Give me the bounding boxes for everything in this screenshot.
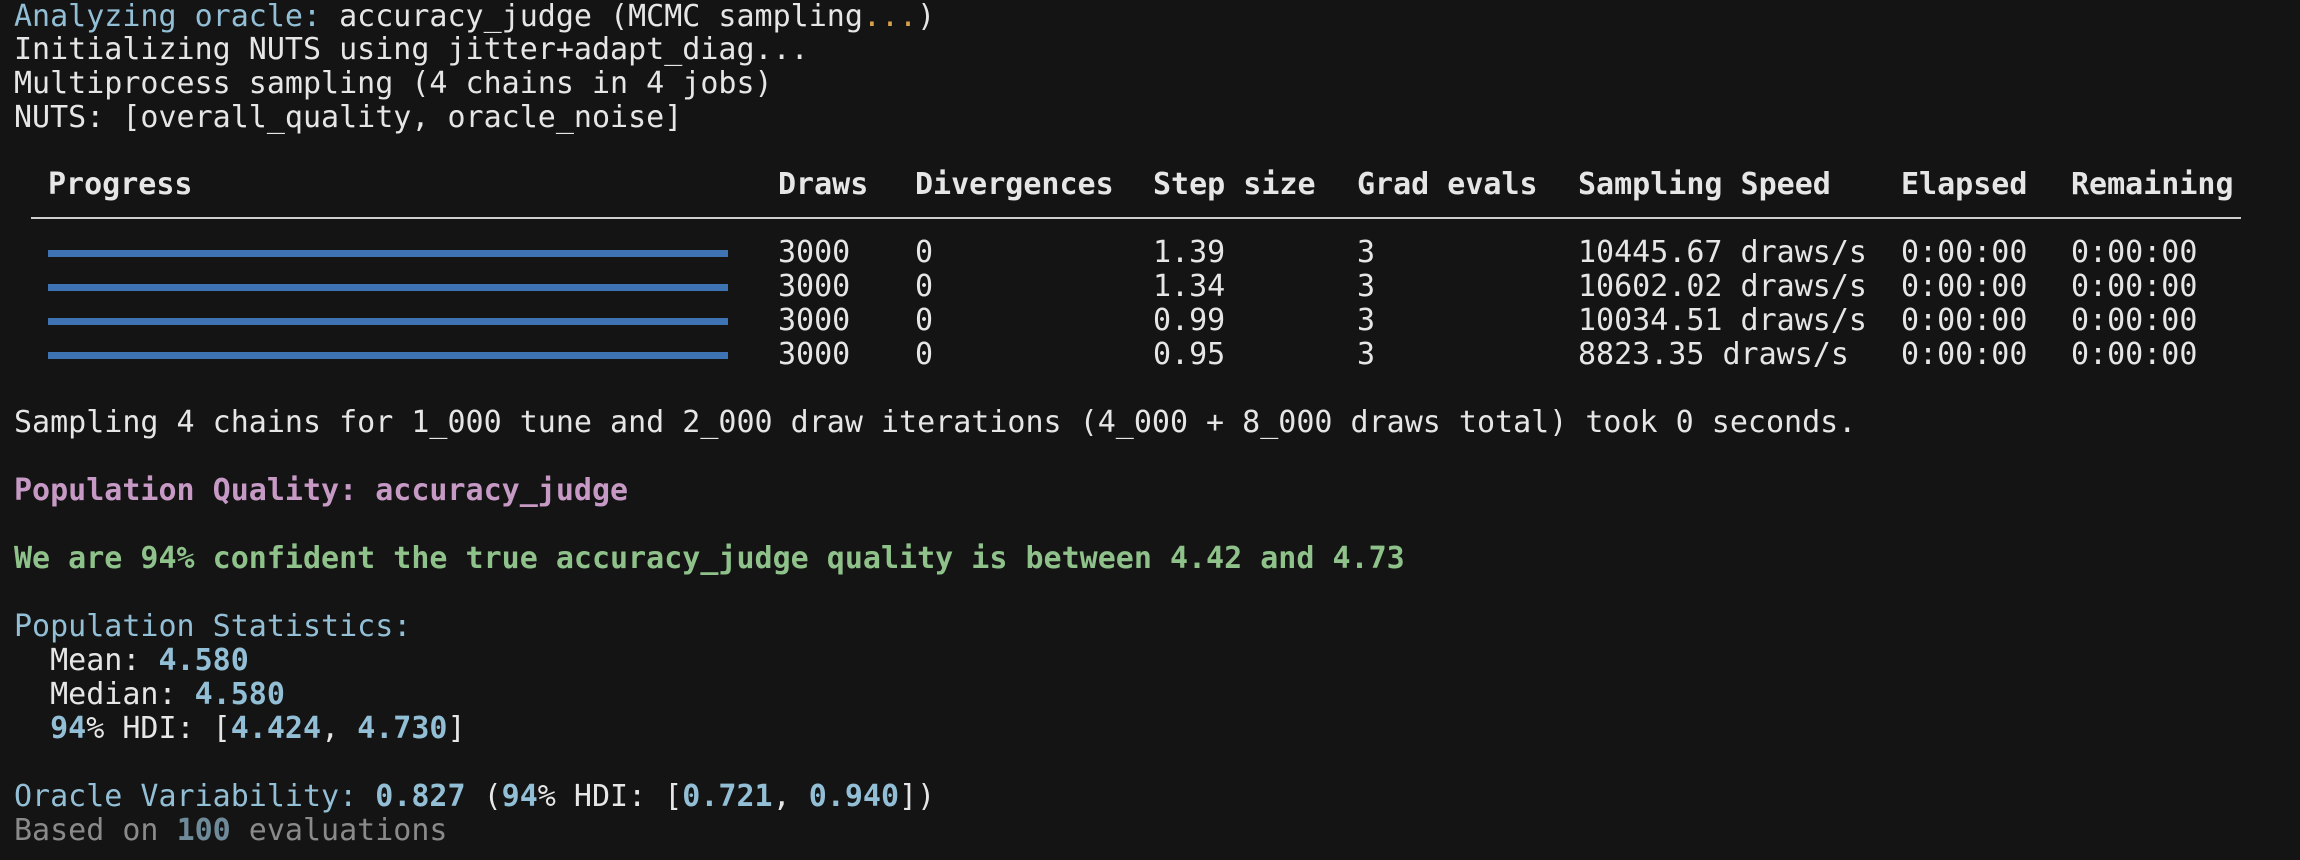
elapsed-cell: 0:00:00 xyxy=(1901,303,2028,338)
median-value: 4.580 xyxy=(194,677,285,712)
divergences-cell: 0 xyxy=(915,337,934,372)
oracle-variability-line: Oracle Variability: 0.827 (94% HDI: [0.7… xyxy=(14,780,935,814)
step-size-cell: 1.39 xyxy=(1153,235,1226,270)
median-label: Median: xyxy=(14,677,195,712)
sampling-summary: Sampling 4 chains for 1_000 tune and 2_0… xyxy=(14,405,1857,440)
step-size-cell: 0.99 xyxy=(1153,303,1226,338)
remaining-cell: 0:00:00 xyxy=(2071,235,2198,270)
sampling-speed-cell: 8823.35 draws/s xyxy=(1578,337,1849,372)
col-header-progress: Progress xyxy=(48,167,193,202)
ov-hdi-high: 0.940 xyxy=(808,779,900,814)
col-header-remaining: Remaining xyxy=(2071,167,2234,202)
remaining-cell: 0:00:00 xyxy=(2071,337,2198,372)
mean-value: 4.580 xyxy=(158,643,249,678)
col-header-draws: Draws xyxy=(778,167,869,202)
ov-hdi-low: 0.721 xyxy=(682,779,773,814)
col-header-step-size: Step size xyxy=(1153,167,1316,202)
hdi-low: 4.424 xyxy=(230,711,322,746)
ov-hdi-sep: , xyxy=(772,779,809,814)
progress-bar-fill xyxy=(48,284,728,291)
draws-cell: 3000 xyxy=(778,337,851,372)
sampling-speed-cell: 10445.67 draws/s xyxy=(1578,235,1867,270)
ov-hdi-percent: 94 xyxy=(501,779,538,814)
col-header-sampling-speed: Sampling Speed xyxy=(1578,167,1831,202)
col-header-grad-evals: Grad evals xyxy=(1357,167,1538,202)
hdi-high: 4.730 xyxy=(357,711,448,746)
draws-cell: 3000 xyxy=(778,303,851,338)
draws-cell: 3000 xyxy=(778,235,851,270)
population-statistics-title: Population Statistics: xyxy=(14,609,412,644)
col-header-divergences: Divergences xyxy=(915,167,1114,202)
progress-bar-fill xyxy=(48,250,728,257)
method-open: (MCMC sampling xyxy=(610,0,863,34)
progress-bar xyxy=(48,284,728,291)
median-line: Median: 4.580 xyxy=(14,678,285,712)
method-close: ) xyxy=(917,0,936,34)
population-quality-name: accuracy_judge xyxy=(375,473,629,508)
progress-bar xyxy=(48,318,728,325)
mean-line: Mean: 4.580 xyxy=(14,644,249,678)
grad-evals-cell: 3 xyxy=(1357,303,1376,338)
remaining-cell: 0:00:00 xyxy=(2071,269,2198,304)
step-size-cell: 0.95 xyxy=(1153,337,1226,372)
ov-hdi-label: % HDI: [ xyxy=(537,779,683,814)
elapsed-cell: 0:00:00 xyxy=(1901,269,2028,304)
hdi-percent: 94 xyxy=(50,711,87,746)
nuts-line: NUTS: [overall_quality, oracle_noise] xyxy=(14,100,683,135)
elapsed-cell: 0:00:00 xyxy=(1901,337,2028,372)
oracle-name: accuracy_judge xyxy=(339,0,592,34)
progress-bar-fill xyxy=(48,352,728,359)
progress-bar xyxy=(48,250,728,257)
population-quality-line: Population Quality: accuracy_judge xyxy=(14,474,628,508)
ov-open: ( xyxy=(465,779,502,814)
evaluations-line: Based on 100 evaluations xyxy=(14,814,448,848)
elapsed-cell: 0:00:00 xyxy=(1901,235,2028,270)
divergences-cell: 0 xyxy=(915,235,934,270)
evaluations-count: 100 xyxy=(176,813,231,848)
init-line: Initializing NUTS using jitter+adapt_dia… xyxy=(14,32,809,67)
sampling-speed-cell: 10034.51 draws/s xyxy=(1578,303,1867,338)
population-quality-label: Population Quality: xyxy=(14,473,358,508)
progress-bar xyxy=(48,352,728,359)
grad-evals-cell: 3 xyxy=(1357,235,1376,270)
table-divider xyxy=(31,217,2241,219)
ellipsis: ... xyxy=(862,0,918,34)
grad-evals-cell: 3 xyxy=(1357,269,1376,304)
col-header-elapsed: Elapsed xyxy=(1901,167,2028,202)
hdi-indent xyxy=(14,711,50,746)
hdi-line: 94% HDI: [4.424, 4.730] xyxy=(14,711,466,746)
draws-cell: 3000 xyxy=(778,269,851,304)
hdi-close: ] xyxy=(447,711,466,746)
ov-close: ]) xyxy=(899,779,936,814)
analyzing-label: Analyzing oracle: xyxy=(14,0,322,34)
sampling-speed-cell: 10602.02 draws/s xyxy=(1578,269,1867,304)
oracle-variability-value: 0.827 xyxy=(375,779,466,814)
step-size-cell: 1.34 xyxy=(1153,269,1226,304)
confidence-line: We are 94% confident the true accuracy_j… xyxy=(14,541,1405,576)
multiprocess-line: Multiprocess sampling (4 chains in 4 job… xyxy=(14,66,773,101)
progress-bar-fill xyxy=(48,318,728,325)
mean-label: Mean: xyxy=(14,643,159,678)
divergences-cell: 0 xyxy=(915,269,934,304)
oracle-variability-label: Oracle Variability: xyxy=(14,779,376,814)
divergences-cell: 0 xyxy=(915,303,934,338)
evaluations-suffix: evaluations xyxy=(230,813,448,848)
hdi-sep: , xyxy=(321,711,358,746)
hdi-label: % HDI: [ xyxy=(86,711,231,746)
analyzing-line: Analyzing oracle: accuracy_judge (MCMC s… xyxy=(14,0,935,34)
evaluations-prefix: Based on xyxy=(14,813,177,848)
grad-evals-cell: 3 xyxy=(1357,337,1376,372)
remaining-cell: 0:00:00 xyxy=(2071,303,2198,338)
